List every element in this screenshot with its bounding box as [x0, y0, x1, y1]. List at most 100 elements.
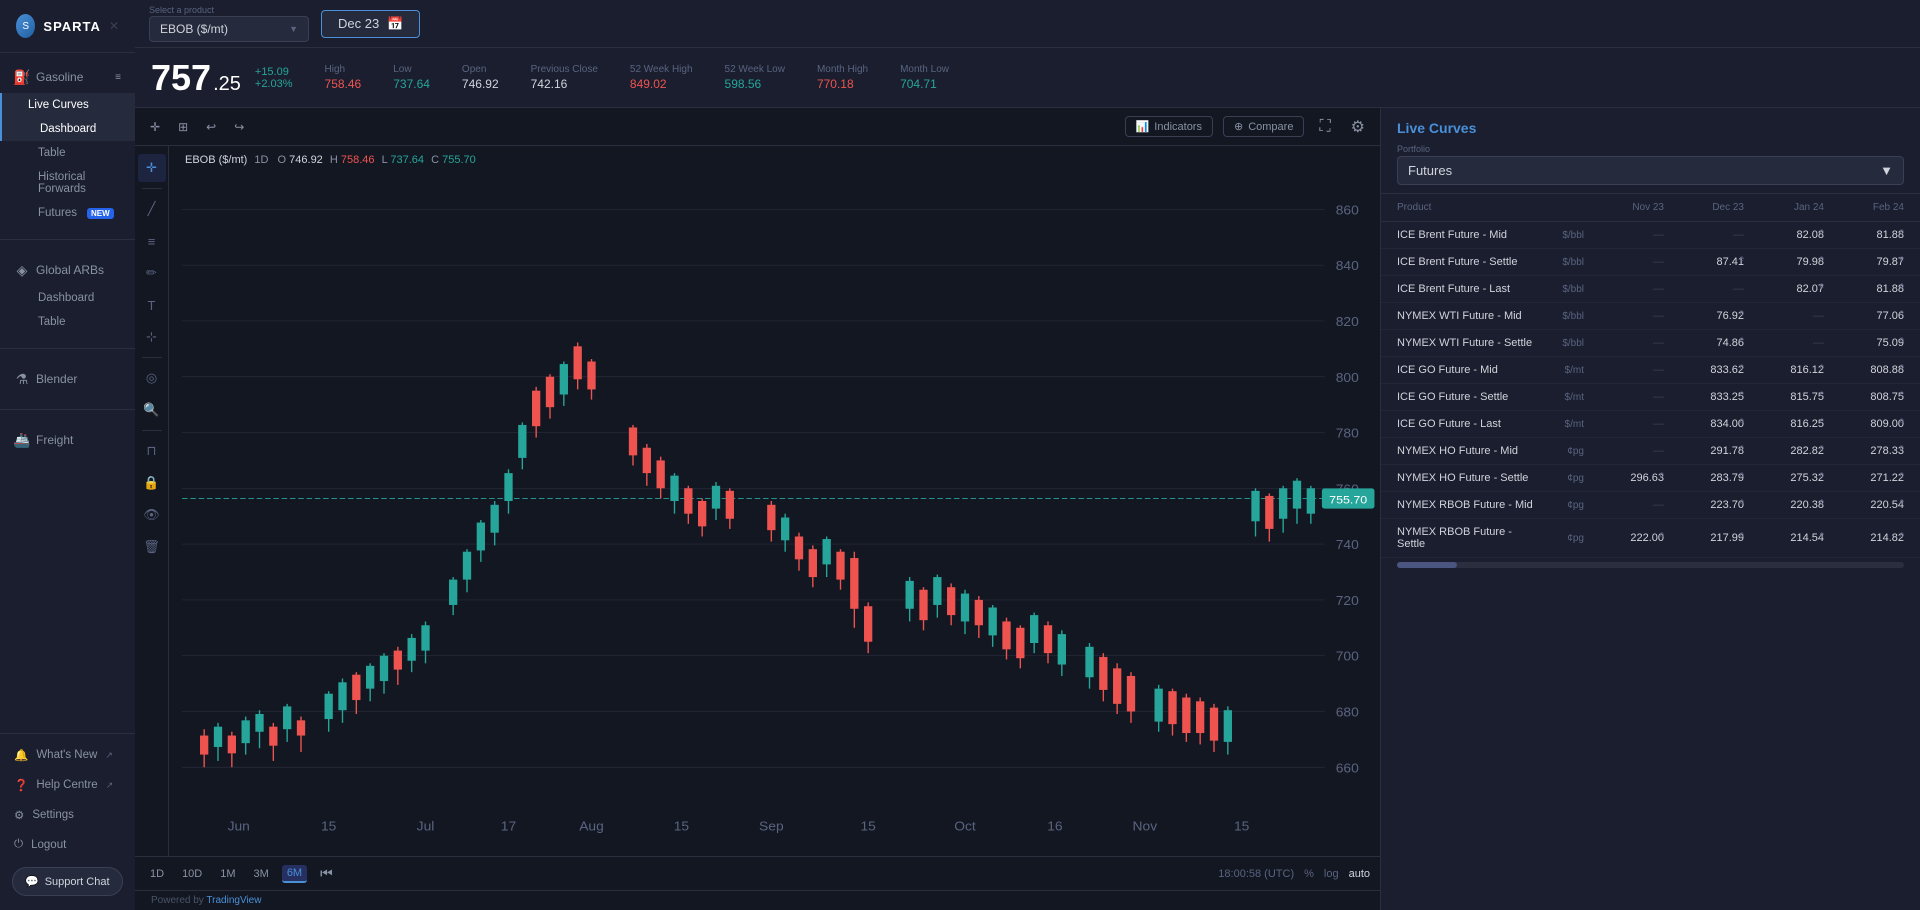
lc-product-name: ICE GO Future - Settle [1397, 391, 1534, 403]
blender-label: Blender [36, 372, 121, 386]
price-integer: 757 [151, 60, 211, 96]
magnet-tool-button[interactable]: ⊓ [138, 437, 166, 465]
cursor-tool-button[interactable]: ✛ [138, 154, 166, 182]
sidebar-item-historical-forwards[interactable]: Historical Forwards [0, 165, 135, 201]
sidebar-item-dashboard[interactable]: Dashboard [0, 117, 135, 141]
lc-value: 833.62e [1664, 364, 1744, 376]
tradingview-link[interactable]: TradingView [206, 895, 261, 906]
ohlc-close-label: C [431, 154, 439, 166]
lc-table-row[interactable]: NYMEX RBOB Future - Mid ¢pg —223.70e220.… [1381, 492, 1920, 519]
text-tool-button[interactable]: T [138, 291, 166, 319]
svg-text:16: 16 [1047, 819, 1062, 833]
sidebar-group-global-arbs[interactable]: ◈ Global ARBs [0, 254, 135, 286]
lc-value: 220.38e [1744, 499, 1824, 511]
zoom-tool-button[interactable]: 🔍 [138, 396, 166, 424]
lc-table-row[interactable]: ICE Brent Future - Mid $/bbl ——82.08e81.… [1381, 222, 1920, 249]
sidebar-item-table[interactable]: Table [0, 141, 135, 165]
lc-table-row[interactable]: NYMEX HO Future - Mid ¢pg —291.78e282.82… [1381, 438, 1920, 465]
auto-mode-button[interactable]: auto [1349, 868, 1370, 880]
lc-table-row[interactable]: NYMEX WTI Future - Settle $/bbl —74.86e—… [1381, 330, 1920, 357]
ohlc-symbol: EBOB ($/mt) [185, 154, 247, 166]
svg-text:15: 15 [860, 819, 875, 833]
lc-value-dash: — [1584, 337, 1664, 349]
trash-tool-button[interactable]: 🗑 [138, 533, 166, 561]
measure-tool-button[interactable]: ⊹ [138, 323, 166, 351]
compare-button[interactable]: ⊕ Compare [1223, 116, 1304, 137]
lc-scrollbar-thumb[interactable] [1397, 562, 1457, 568]
chart-main[interactable]: ✛ ╱ ≡ ✏ T ⊹ ◎ 🔍 ⊓ 🔒 👁 🗑 [135, 146, 1380, 856]
lc-table-row[interactable]: ICE Brent Future - Last $/bbl ——82.07e81… [1381, 276, 1920, 303]
lc-table-row[interactable]: ICE GO Future - Mid $/mt —833.62e816.12e… [1381, 357, 1920, 384]
lc-value: 283.79e [1664, 472, 1744, 484]
period-1d-button[interactable]: 1D [145, 866, 169, 882]
sidebar-collapse-icon[interactable]: ✕ [109, 19, 119, 33]
table-label: Table [38, 147, 66, 159]
lc-portfolio-button[interactable]: Futures ▼ [1397, 156, 1904, 185]
lc-table-row[interactable]: ICE Brent Future - Settle $/bbl —87.41e7… [1381, 249, 1920, 276]
sidebar-gasoline-section: ⛽ Gasoline ≡ Live Curves Dashboard Table… [0, 53, 135, 233]
sidebar-item-arb-table[interactable]: Table [0, 310, 135, 334]
lc-value-dash: — [1584, 499, 1664, 511]
indicators-button[interactable]: 📊 Indicators [1125, 116, 1213, 137]
lc-unit: ¢pg [1534, 500, 1584, 511]
settings-label: Settings [32, 809, 74, 821]
period-10d-button[interactable]: 10D [177, 866, 207, 882]
svg-text:15: 15 [321, 819, 336, 833]
lc-table-row[interactable]: ICE GO Future - Settle $/mt —833.25e815.… [1381, 384, 1920, 411]
candle-type-button[interactable]: ⊞ [173, 117, 193, 137]
product-select-button[interactable]: EBOB ($/mt) ▼ [149, 16, 309, 42]
sidebar-item-whats-new[interactable]: 🔔 What's New ↗ [0, 740, 135, 770]
lc-value: 77.06e [1824, 310, 1904, 322]
chart-svg: 860 840 820 800 780 760 740 720 700 680 … [135, 146, 1380, 856]
sidebar-item-settings[interactable]: ⚙ Settings [0, 800, 135, 830]
crosshair-tool-button[interactable]: ✛ [145, 117, 165, 137]
period-3m-button[interactable]: 3M [249, 866, 274, 882]
sidebar-item-logout[interactable]: ⏻ Logout [0, 830, 135, 859]
lc-value: 75.09e [1824, 337, 1904, 349]
period-replay-button[interactable]: ⏮ [315, 863, 338, 884]
sidebar-item-help-centre[interactable]: ❓ Help Centre ↗ [0, 770, 135, 800]
lc-table-row[interactable]: ICE GO Future - Last $/mt —834.00e816.25… [1381, 411, 1920, 438]
fullscreen-button[interactable]: ⛶ [1314, 115, 1335, 139]
log-mode-button[interactable]: log [1324, 868, 1339, 880]
lc-value-dash: — [1584, 229, 1664, 241]
lc-table[interactable]: Product Nov 23 Dec 23 Jan 24 Feb 24 ICE … [1381, 194, 1920, 910]
undo-button[interactable]: ↩ [201, 117, 221, 137]
horizontal-line-button[interactable]: ≡ [138, 227, 166, 255]
support-chat-button[interactable]: 💬 Support Chat [12, 867, 123, 896]
svg-text:Jun: Jun [228, 819, 250, 833]
shape-tool-button[interactable]: ◎ [138, 364, 166, 392]
indicators-icon: 📊 [1136, 120, 1150, 133]
redo-button[interactable]: ↪ [229, 117, 249, 137]
chart-settings-button[interactable]: ⚙ [1346, 114, 1370, 140]
eye-tool-button[interactable]: 👁 [138, 501, 166, 529]
lc-table-row[interactable]: NYMEX HO Future - Settle ¢pg 296.63e283.… [1381, 465, 1920, 492]
lc-value: 282.82e [1744, 445, 1824, 457]
sidebar-item-arb-dashboard[interactable]: Dashboard [0, 286, 135, 310]
lc-table-row[interactable]: NYMEX WTI Future - Mid $/bbl —76.92e—77.… [1381, 303, 1920, 330]
period-1m-button[interactable]: 1M [215, 866, 240, 882]
lock-tool-button[interactable]: 🔒 [138, 469, 166, 497]
lc-portfolio-chevron-icon: ▼ [1880, 163, 1893, 178]
futures-label: Futures [38, 207, 77, 219]
bell-icon: 🔔 [14, 748, 28, 762]
lc-scrollbar-track[interactable] [1397, 562, 1904, 568]
pencil-tool-button[interactable]: ✏ [138, 259, 166, 287]
period-6m-button[interactable]: 6M [282, 865, 307, 883]
svg-text:660: 660 [1336, 761, 1359, 775]
lc-value: 82.08e [1744, 229, 1824, 241]
lc-table-row[interactable]: NYMEX RBOB Future - Settle ¢pg 222.00e21… [1381, 519, 1920, 558]
lc-unit: $/bbl [1534, 230, 1584, 241]
date-picker-button[interactable]: Dec 23 📅 [321, 10, 420, 38]
sidebar-group-freight[interactable]: 🚢 Freight [0, 424, 135, 456]
lc-product-name: ICE Brent Future - Last [1397, 283, 1534, 295]
sidebar-item-live-curves[interactable]: Live Curves [0, 93, 135, 117]
line-draw-button[interactable]: ╱ [138, 195, 166, 223]
sidebar-group-gasoline[interactable]: ⛽ Gasoline ≡ [0, 61, 135, 93]
lc-value: 809.00e [1824, 418, 1904, 430]
low-value: 737.64 [393, 77, 430, 91]
percent-mode-button[interactable]: % [1304, 868, 1314, 880]
sidebar-item-futures[interactable]: Futures NEW [0, 201, 135, 225]
sidebar-group-blender[interactable]: ⚗ Blender [0, 363, 135, 395]
svg-text:680: 680 [1336, 705, 1359, 719]
